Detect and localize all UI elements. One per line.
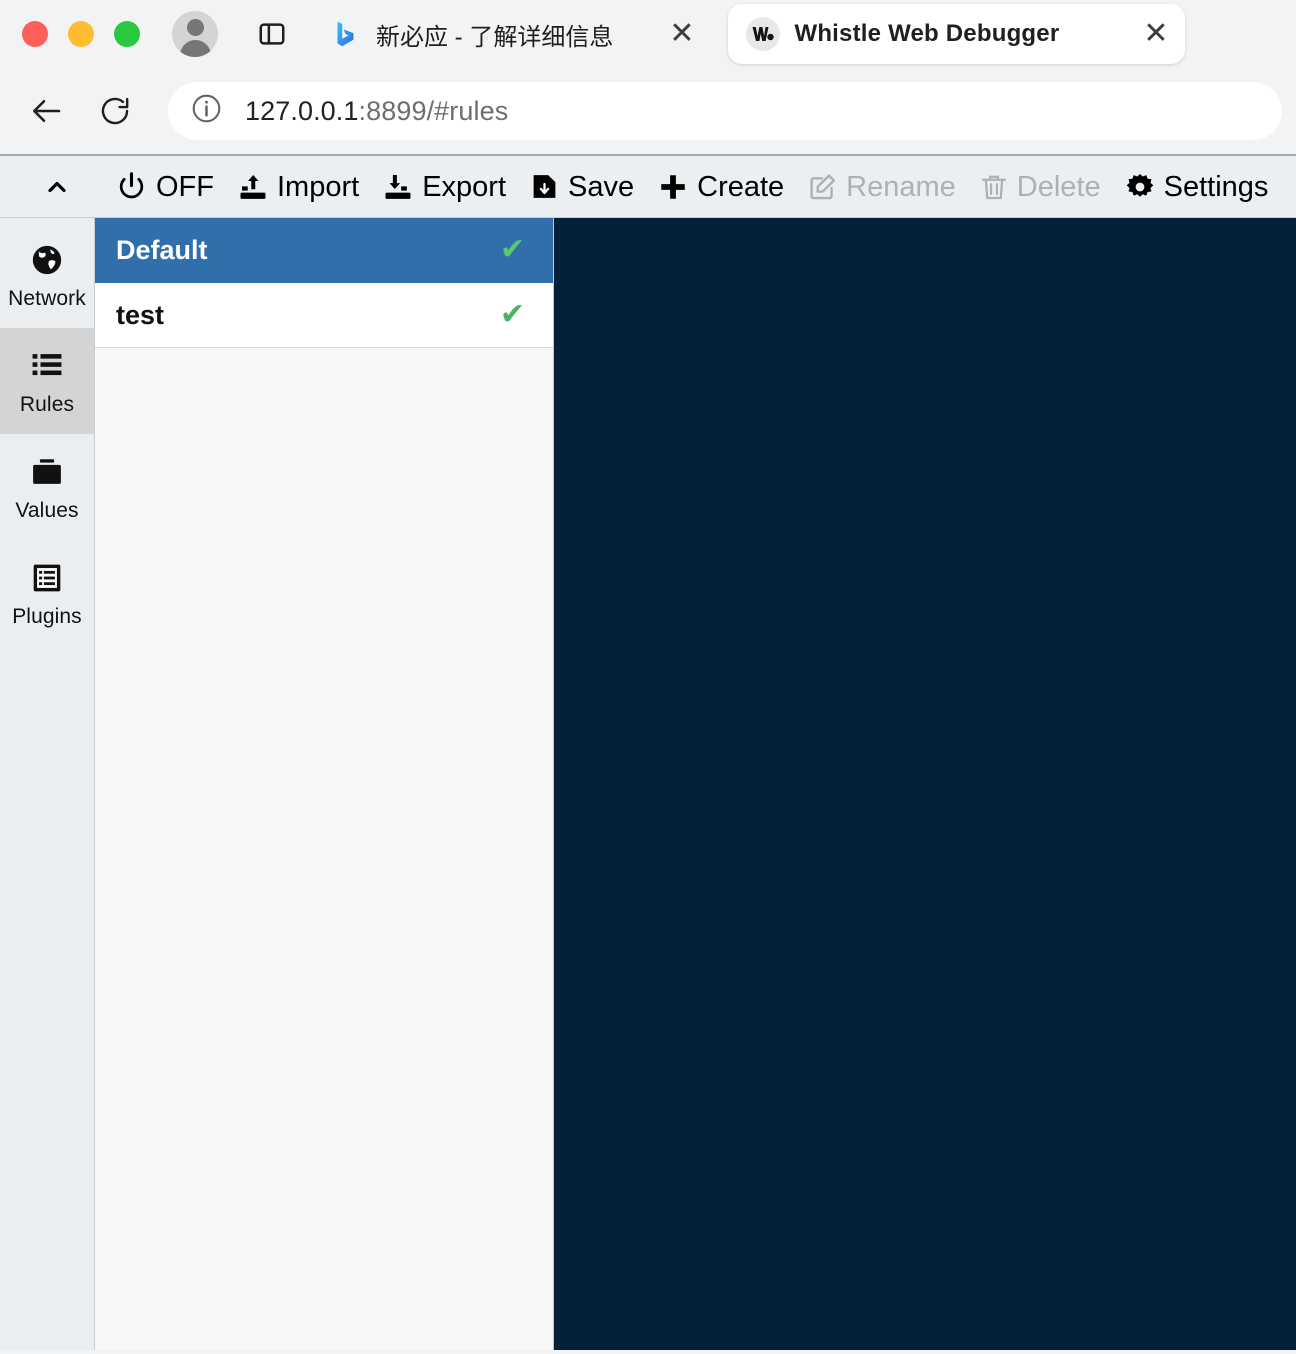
save-icon: [530, 172, 559, 201]
whistle-body: Network Rules Values Plugins Default ✔ t…: [0, 218, 1296, 1350]
export-icon: [383, 172, 413, 202]
rename-icon: [808, 172, 837, 201]
info-icon[interactable]: [190, 92, 223, 130]
import-button[interactable]: Import: [226, 156, 371, 217]
rules-list: Default ✔ test ✔: [95, 218, 554, 1350]
back-arrow-icon[interactable]: [18, 82, 76, 140]
create-label: Create: [697, 171, 785, 203]
browser-tab-bing[interactable]: 新必应 - 了解详细信息 ✕: [310, 4, 710, 64]
rename-label: Rename: [846, 171, 956, 203]
minimize-window-button[interactable]: [68, 21, 94, 47]
plugins-icon: [30, 558, 64, 598]
url-host: 127.0.0.1: [245, 95, 359, 126]
delete-label: Delete: [1016, 171, 1101, 203]
bing-icon: [328, 17, 362, 51]
globe-icon: [30, 240, 64, 280]
maximize-window-button[interactable]: [114, 21, 140, 47]
power-toggle-button[interactable]: OFF: [104, 156, 226, 217]
browser-tab-title: 新必应 - 了解详细信息: [376, 23, 614, 51]
rule-name: Default: [116, 234, 208, 265]
settings-button[interactable]: Settings: [1113, 156, 1281, 217]
rules-editor[interactable]: [554, 218, 1296, 1350]
sidebar-item-label: Plugins: [12, 604, 82, 628]
tab-strip: 新必应 - 了解详细信息 ✕ Whistle Web Debugger ✕: [0, 0, 1296, 68]
rule-enabled-check-icon[interactable]: ✔: [500, 235, 525, 265]
navigation-bar: 127.0.0.1:8899/#rules: [0, 68, 1296, 154]
page-content: OFF Import Export Save Create Rename Del…: [0, 154, 1296, 1350]
rule-enabled-check-icon[interactable]: ✔: [500, 300, 525, 330]
power-icon: [116, 171, 147, 202]
browser-tab-title: Whistle Web Debugger: [794, 20, 1060, 47]
rule-name: test: [116, 299, 165, 330]
sidebar-item-label: Network: [8, 286, 86, 310]
plus-icon: [658, 172, 688, 202]
power-toggle-label: OFF: [156, 171, 214, 203]
browser-tab-whistle[interactable]: Whistle Web Debugger ✕: [728, 4, 1185, 64]
address-bar-url: 127.0.0.1:8899/#rules: [245, 96, 508, 127]
rules-list-item[interactable]: Default ✔: [95, 218, 553, 283]
browser-chrome: 新必应 - 了解详细信息 ✕ Whistle Web Debugger ✕ 12…: [0, 0, 1296, 154]
close-window-button[interactable]: [22, 21, 48, 47]
create-button[interactable]: Create: [646, 156, 796, 217]
sidebar-item-network[interactable]: Network: [0, 222, 94, 328]
gear-icon: [1125, 172, 1155, 202]
whistle-icon: [746, 17, 781, 51]
profile-avatar[interactable]: [172, 11, 218, 57]
import-label: Import: [277, 171, 360, 203]
close-icon[interactable]: ✕: [1073, 19, 1168, 49]
terminal-prompt-icon: [1292, 172, 1296, 202]
rename-button[interactable]: Rename: [796, 156, 968, 217]
save-label: Save: [568, 171, 635, 203]
reload-icon[interactable]: [86, 82, 144, 140]
address-bar[interactable]: 127.0.0.1:8899/#rules: [168, 82, 1282, 140]
list-icon: [30, 346, 64, 386]
folder-icon: [30, 452, 64, 492]
settings-label: Settings: [1163, 171, 1269, 203]
whistle-sidebar: Network Rules Values Plugins: [0, 218, 95, 1350]
export-label: Export: [422, 171, 507, 203]
whistle-toolbar: OFF Import Export Save Create Rename Del…: [0, 156, 1296, 218]
import-icon: [238, 172, 268, 202]
collapse-toolbar-button[interactable]: [18, 156, 104, 217]
url-path: :8899/#rules: [358, 95, 509, 126]
window-controls: [8, 21, 162, 47]
sidebar-item-values[interactable]: Values: [0, 434, 94, 540]
rules-list-item[interactable]: test ✔: [95, 283, 553, 348]
sidebar-item-label: Rules: [19, 392, 75, 416]
sidebar-item-label: Values: [15, 498, 79, 522]
delete-button[interactable]: Delete: [968, 156, 1113, 217]
close-icon[interactable]: ✕: [627, 19, 694, 49]
sidebar-item-plugins[interactable]: Plugins: [0, 540, 94, 646]
console-button[interactable]: [1280, 156, 1296, 217]
sidebar-toggle-icon[interactable]: [254, 16, 290, 52]
export-button[interactable]: Export: [371, 156, 518, 217]
save-button[interactable]: Save: [518, 156, 646, 217]
chevron-up-icon: [40, 175, 74, 199]
trash-icon: [980, 173, 1008, 201]
sidebar-item-rules[interactable]: Rules: [0, 328, 94, 434]
